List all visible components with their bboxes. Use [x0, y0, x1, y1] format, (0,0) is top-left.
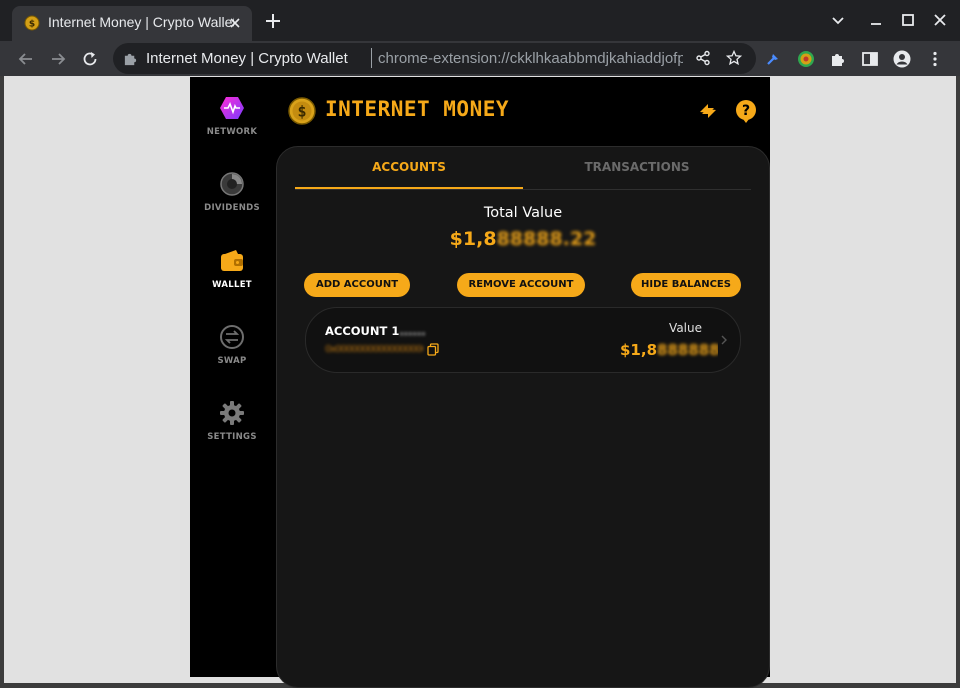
pin-extension-icon[interactable]: [764, 50, 782, 68]
account-value-label: Value: [669, 321, 702, 335]
wallet-popup: NETWORK DIVIDENDS WALLET SWAP SETTINGS $…: [190, 77, 770, 688]
omnibox-divider: [371, 48, 372, 68]
svg-text:?: ?: [742, 103, 750, 119]
refresh-sync-icon[interactable]: [696, 99, 720, 123]
account-value-hidden: 8888888.88: [657, 341, 718, 359]
maximize-icon[interactable]: [900, 12, 916, 28]
back-icon[interactable]: [16, 49, 36, 69]
coin-logo-icon: $: [288, 97, 316, 125]
wallet-icon: [221, 250, 243, 271]
profile-avatar-icon[interactable]: [893, 50, 911, 68]
tab-bar: ACCOUNTS TRANSACTIONS: [295, 147, 751, 190]
side-panel-icon[interactable]: [861, 50, 879, 68]
account-value-visible: $1,8: [620, 341, 658, 359]
bookmark-star-icon[interactable]: [726, 50, 742, 66]
sidebar-item-network[interactable]: NETWORK: [190, 95, 274, 155]
browser-toolbar: Internet Money | Crypto Wallet chrome-ex…: [0, 41, 960, 76]
total-value-hidden: 88888.22: [496, 228, 597, 250]
tab-title: Internet Money | Crypto Wallet: [48, 14, 234, 30]
account-row[interactable]: ACCOUNT 1...... 0x000000000000000000 Val…: [305, 307, 741, 373]
tab-transactions[interactable]: TRANSACTIONS: [523, 147, 751, 187]
tab-accounts[interactable]: ACCOUNTS: [295, 147, 523, 189]
help-icon[interactable]: ?: [734, 99, 758, 123]
sidebar-label-settings: SETTINGS: [207, 432, 257, 442]
main-panel: ACCOUNTS TRANSACTIONS Total Value $1,888…: [276, 146, 770, 688]
sidebar-label-wallet: WALLET: [212, 280, 252, 290]
site-title: Internet Money | Crypto Wallet: [146, 50, 348, 67]
total-value-amount: $1,888888.22: [277, 228, 769, 250]
sidebar-item-dividends[interactable]: DIVIDENDS: [190, 171, 274, 231]
total-value-label: Total Value: [483, 205, 563, 221]
chevron-right-icon[interactable]: [720, 334, 728, 346]
copy-address-icon[interactable]: [427, 343, 439, 356]
forward-icon[interactable]: [48, 49, 68, 69]
browser-menu-icon[interactable]: [926, 50, 944, 68]
sidebar-item-settings[interactable]: SETTINGS: [190, 400, 274, 460]
account-name-visible: ACCOUNT 1: [325, 324, 400, 338]
tab-search-icon[interactable]: [830, 12, 846, 28]
browser-tabstrip: $ Internet Money | Crypto Wallet: [0, 0, 960, 41]
minimize-icon[interactable]: [868, 12, 884, 28]
svg-text:$: $: [29, 20, 35, 30]
coin-favicon-icon: $: [24, 15, 40, 31]
sidebar-item-swap[interactable]: SWAP: [190, 324, 274, 384]
sidebar-label-dividends: DIVIDENDS: [204, 203, 260, 213]
account-name: ACCOUNT 1......: [325, 324, 426, 338]
add-account-button[interactable]: ADD ACCOUNT: [304, 273, 410, 297]
account-address: 0x000000000000000000: [325, 344, 423, 355]
tab-close-icon[interactable]: [228, 16, 242, 30]
total-value-visible: $1,8: [449, 228, 497, 250]
gear-icon: [220, 401, 244, 425]
internet-money-extension-icon[interactable]: [797, 50, 815, 68]
browser-tab[interactable]: $ Internet Money | Crypto Wallet: [12, 6, 252, 41]
sidebar-item-wallet[interactable]: WALLET: [190, 248, 274, 308]
sidebar-label-network: NETWORK: [206, 127, 258, 137]
brand-name: INTERNET MONEY: [325, 97, 510, 121]
close-window-icon[interactable]: [932, 12, 948, 28]
sidebar-label-swap: SWAP: [217, 356, 247, 366]
sidebar-nav: NETWORK DIVIDENDS WALLET SWAP SETTINGS: [190, 77, 274, 677]
network-icon: [220, 97, 244, 119]
url-text[interactable]: chrome-extension://ckklhkaabbmdjkahiaddj…: [378, 50, 683, 67]
address-bar[interactable]: Internet Money | Crypto Wallet chrome-ex…: [113, 43, 756, 74]
dividends-icon: [220, 172, 244, 196]
reload-icon[interactable]: [80, 49, 100, 69]
svg-text:$: $: [297, 103, 306, 121]
extensions-icon[interactable]: [829, 50, 847, 68]
new-tab-icon[interactable]: [264, 12, 282, 30]
account-name-hidden: ......: [399, 324, 426, 338]
share-icon[interactable]: [695, 50, 711, 66]
puzzle-icon: [124, 53, 137, 66]
swap-icon: [220, 325, 244, 349]
hide-balances-button[interactable]: HIDE BALANCES: [631, 273, 741, 297]
account-value: $1,88888888.88: [620, 341, 718, 359]
remove-account-button[interactable]: REMOVE ACCOUNT: [457, 273, 585, 297]
